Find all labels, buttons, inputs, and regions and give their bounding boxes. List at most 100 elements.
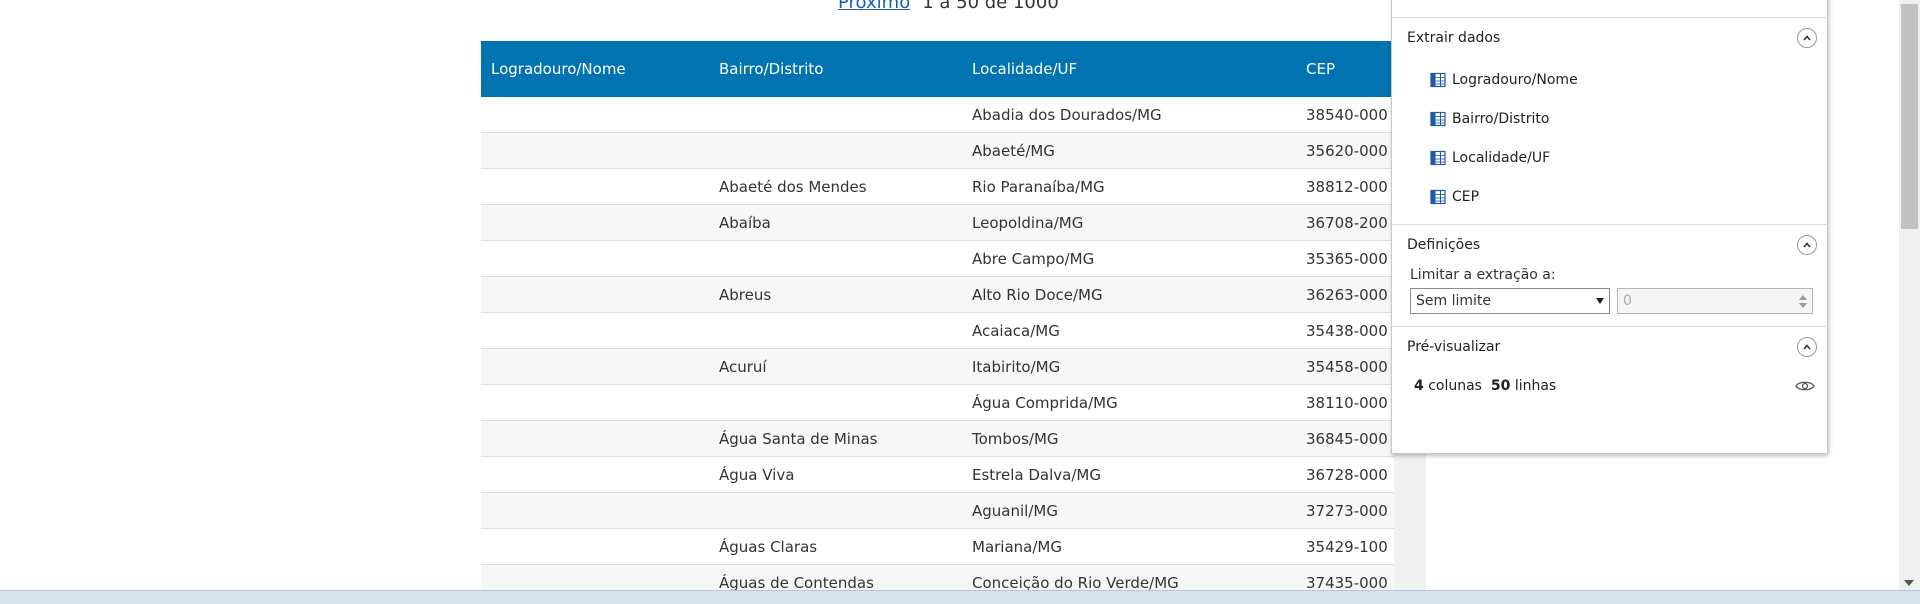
preview-rows-count: 50 [1490, 378, 1511, 394]
cell-logradouro [481, 492, 709, 529]
table-row: Abre Campo/MG 35365-000 [481, 240, 1394, 277]
extract-collapse-button[interactable] [1797, 28, 1817, 48]
header-localidade: Localidade/UF [972, 60, 1078, 78]
cell-bairro [709, 492, 962, 529]
extract-panel: Extrair dados Logradouro/Nome Bairro/Dist… [1391, 0, 1828, 454]
field-item-label: Localidade/UF [1452, 149, 1551, 166]
table-row: Água Santa de Minas Tombos/MG 36845-000 [481, 420, 1394, 457]
cell-logradouro [481, 97, 709, 133]
table-row: Abreus Alto Rio Doce/MG 36263-000 [481, 276, 1394, 313]
next-page-link[interactable]: Próximo [838, 0, 910, 13]
limit-select[interactable]: Sem limite [1410, 288, 1610, 314]
table-row: Acaiaca/MG 35438-000 [481, 312, 1394, 349]
cell-localidade: Abadia dos Dourados/MG [962, 97, 1296, 133]
field-list: Logradouro/Nome Bairro/Distrito Localidade… [1392, 58, 1827, 224]
table-row: Abaeté dos Mendes Rio Paranaíba/MG 38812-0… [481, 168, 1394, 205]
cell-bairro [709, 240, 962, 277]
cell-logradouro [481, 168, 709, 205]
limit-number-input[interactable]: 0 [1617, 288, 1813, 314]
chevron-up-icon [1803, 344, 1811, 350]
preview-section-title: Pré-visualizar [1407, 339, 1501, 355]
field-item[interactable]: CEP [1430, 177, 1827, 216]
cell-logradouro [481, 204, 709, 241]
cell-localidade: Aguanil/MG [962, 492, 1296, 529]
cell-bairro: Abaeté dos Mendes [709, 168, 962, 205]
chevron-up-icon [1803, 35, 1811, 41]
cell-localidade: Água Comprida/MG [962, 384, 1296, 421]
cell-logradouro [481, 276, 709, 313]
cell-cep: 38812-000 [1296, 168, 1394, 205]
cell-localidade: Itabirito/MG [962, 348, 1296, 385]
cell-bairro [709, 384, 962, 421]
preview-section: Pré-visualizar 4 colunas 50 linhas [1392, 327, 1827, 405]
cell-cep: 38540-000 [1296, 97, 1394, 133]
cell-cep: 35429-100 [1296, 528, 1394, 565]
field-item[interactable]: Localidade/UF [1430, 138, 1827, 177]
vertical-scrollbar[interactable] [1899, 0, 1920, 590]
preview-collapse-button[interactable] [1797, 337, 1817, 357]
limit-select-value: Sem limite [1416, 293, 1491, 309]
cell-logradouro [481, 312, 709, 349]
preview-columns-count: 4 [1414, 378, 1424, 394]
field-item[interactable]: Logradouro/Nome [1430, 60, 1827, 99]
cell-logradouro [481, 348, 709, 385]
cell-cep: 36728-000 [1296, 456, 1394, 493]
header-logradouro: Logradouro/Nome [491, 60, 626, 78]
table-column-icon [1430, 72, 1446, 88]
cell-bairro [709, 312, 962, 349]
scrollbar-thumb[interactable] [1901, 4, 1918, 229]
table-row: Acuruí Itabirito/MG 35458-000 [481, 348, 1394, 385]
cell-localidade: Tombos/MG [962, 420, 1296, 457]
cell-bairro: Água Santa de Minas [709, 420, 962, 457]
chevron-up-icon [1803, 242, 1811, 248]
cell-logradouro [481, 456, 709, 493]
table-row: Abaíba Leopoldina/MG 36708-200 [481, 204, 1394, 241]
cell-bairro [709, 97, 962, 133]
preview-summary: 4 colunas 50 linhas [1414, 378, 1556, 394]
preview-rows-label: linhas [1514, 378, 1557, 394]
cell-cep: 36263-000 [1296, 276, 1394, 313]
cell-logradouro [481, 240, 709, 277]
cell-logradouro [481, 384, 709, 421]
scroll-down-arrow-icon[interactable] [1904, 580, 1914, 586]
table-header-row: Logradouro/Nome Bairro/Distrito Localida… [481, 41, 1394, 97]
limit-label: Limitar a extração a: [1410, 267, 1556, 283]
cell-localidade: Abaeté/MG [962, 132, 1296, 169]
field-item-label: CEP [1452, 188, 1480, 205]
table-column-icon [1430, 111, 1446, 127]
cell-localidade: Acaiaca/MG [962, 312, 1296, 349]
cell-localidade: Rio Paranaíba/MG [962, 168, 1296, 205]
cell-cep: 38110-000 [1296, 384, 1394, 421]
dropdown-caret-icon [1596, 298, 1604, 304]
limit-number-value: 0 [1623, 293, 1632, 309]
cell-cep: 36708-200 [1296, 204, 1394, 241]
cell-bairro: Águas Claras [709, 528, 962, 565]
settings-collapse-button[interactable] [1797, 235, 1817, 255]
table-row: Águas Claras Mariana/MG 35429-100 [481, 528, 1394, 565]
cell-cep: 35458-000 [1296, 348, 1394, 385]
cell-logradouro [481, 420, 709, 457]
table-row: Abaeté/MG 35620-000 [481, 132, 1394, 169]
table-column-icon [1430, 189, 1446, 205]
table-column-icon [1430, 150, 1446, 166]
cell-localidade: Leopoldina/MG [962, 204, 1296, 241]
preview-columns-label: colunas [1428, 378, 1482, 394]
number-spinner[interactable] [1799, 294, 1807, 308]
cell-bairro: Abreus [709, 276, 962, 313]
cell-logradouro [481, 528, 709, 565]
extract-section: Extrair dados Logradouro/Nome Bairro/Dist… [1392, 18, 1827, 225]
panel-top-edge [1392, 0, 1827, 18]
pagination-range: 1 a 50 de 1000 [922, 0, 1059, 13]
table-row: Aguanil/MG 37273-000 [481, 492, 1394, 529]
cell-localidade: Mariana/MG [962, 528, 1296, 565]
cell-localidade: Alto Rio Doce/MG [962, 276, 1296, 313]
results-table: Logradouro/Nome Bairro/Distrito Localida… [481, 41, 1394, 601]
eye-icon[interactable] [1795, 379, 1815, 393]
cell-bairro [709, 132, 962, 169]
field-item[interactable]: Bairro/Distrito [1430, 99, 1827, 138]
settings-section: Definições Limitar a extração a: Sem lim… [1392, 225, 1827, 327]
extract-section-title: Extrair dados [1407, 30, 1501, 46]
cell-bairro: Água Viva [709, 456, 962, 493]
field-item-label: Logradouro/Nome [1452, 71, 1578, 88]
cell-cep: 35438-000 [1296, 312, 1394, 349]
